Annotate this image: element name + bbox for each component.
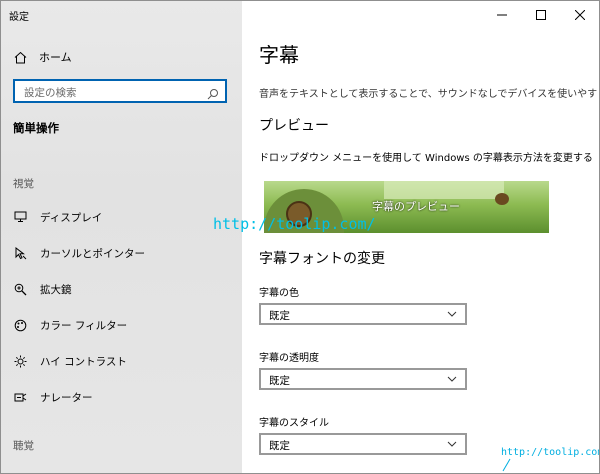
chevron-down-icon [447, 311, 457, 317]
home-link[interactable]: ホーム [13, 47, 72, 67]
sidebar-item-label: カラー フィルター [40, 319, 128, 332]
caption-color-value: 既定 [269, 310, 290, 322]
sidebar-item-cursor[interactable]: カーソルとポインター [13, 243, 145, 263]
pointer-icon [13, 246, 27, 260]
watermark-center: http://toolip.com/ [213, 215, 376, 233]
sidebar-item-color-filter[interactable]: カラー フィルター [13, 315, 127, 335]
display-icon [13, 210, 27, 224]
watermark-corner: http://toolip.com [501, 447, 600, 458]
app-title: 設定 [9, 12, 29, 23]
caption-transparency-select[interactable]: 既定 [259, 368, 467, 390]
sidebar-item-label: 拡大鏡 [40, 283, 72, 296]
caption-style-value: 既定 [269, 440, 290, 452]
sidebar-item-label: ディスプレイ [40, 211, 103, 224]
magnifier-icon [13, 282, 27, 296]
preview-heading: プレビュー [259, 118, 329, 134]
page-description: 音声をテキストとして表示することで、サウンドなしでデバイスを使いやすくします。 [259, 89, 599, 100]
search-icon[interactable] [207, 85, 219, 100]
sidebar-item-label: ハイ コントラスト [40, 355, 127, 368]
sidebar-item-high-contrast[interactable]: ハイ コントラスト [13, 351, 127, 371]
preview-description: ドロップダウン メニューを使用して Windows の字幕表示方法を変更する [259, 153, 593, 164]
narrator-icon [13, 390, 27, 404]
watermark-slash [502, 458, 511, 472]
sidebar-item-narrator[interactable]: ナレーター [13, 387, 93, 407]
sidebar: 設定 ホーム 設定の検索 簡単操作 視覚 ディスプレイ カーソルとポインター 拡… [1, 1, 242, 473]
sidebar-item-display[interactable]: ディスプレイ [13, 207, 102, 227]
caption-color-select[interactable]: 既定 [259, 303, 467, 325]
preview-sky [384, 181, 504, 199]
home-label: ホーム [39, 51, 72, 64]
section-vision: 視覚 [13, 178, 34, 190]
caption-color-label: 字幕の色 [259, 288, 299, 299]
search-placeholder: 設定の検索 [24, 87, 77, 99]
caption-transparency-value: 既定 [269, 375, 290, 387]
caption-style-label: 字幕のスタイル [259, 418, 329, 429]
caption-style-select[interactable]: 既定 [259, 433, 467, 455]
chevron-down-icon [447, 441, 457, 447]
chevron-down-icon [447, 376, 457, 382]
high-contrast-icon [13, 354, 27, 368]
category-title: 簡単操作 [13, 121, 59, 135]
sidebar-item-label: ナレーター [40, 391, 93, 404]
sidebar-item-magnifier[interactable]: 拡大鏡 [13, 279, 72, 299]
settings-window: 設定 ホーム 設定の検索 簡単操作 視覚 ディスプレイ カーソルとポインター 拡… [0, 0, 600, 474]
page-title: 字幕 [259, 43, 299, 67]
sidebar-item-label: カーソルとポインター [40, 247, 145, 260]
main-content: 字幕 音声をテキストとして表示することで、サウンドなしでデバイスを使いやすくしま… [242, 1, 599, 473]
caption-transparency-label: 字幕の透明度 [259, 353, 319, 364]
search-input[interactable]: 設定の検索 [13, 79, 227, 103]
preview-caption: 字幕のプレビュー [372, 200, 460, 213]
preview-house [495, 193, 509, 205]
color-filter-icon [13, 318, 27, 332]
section-hearing: 聴覚 [13, 440, 34, 452]
font-heading: 字幕フォントの変更 [259, 251, 385, 267]
home-icon [13, 50, 27, 64]
